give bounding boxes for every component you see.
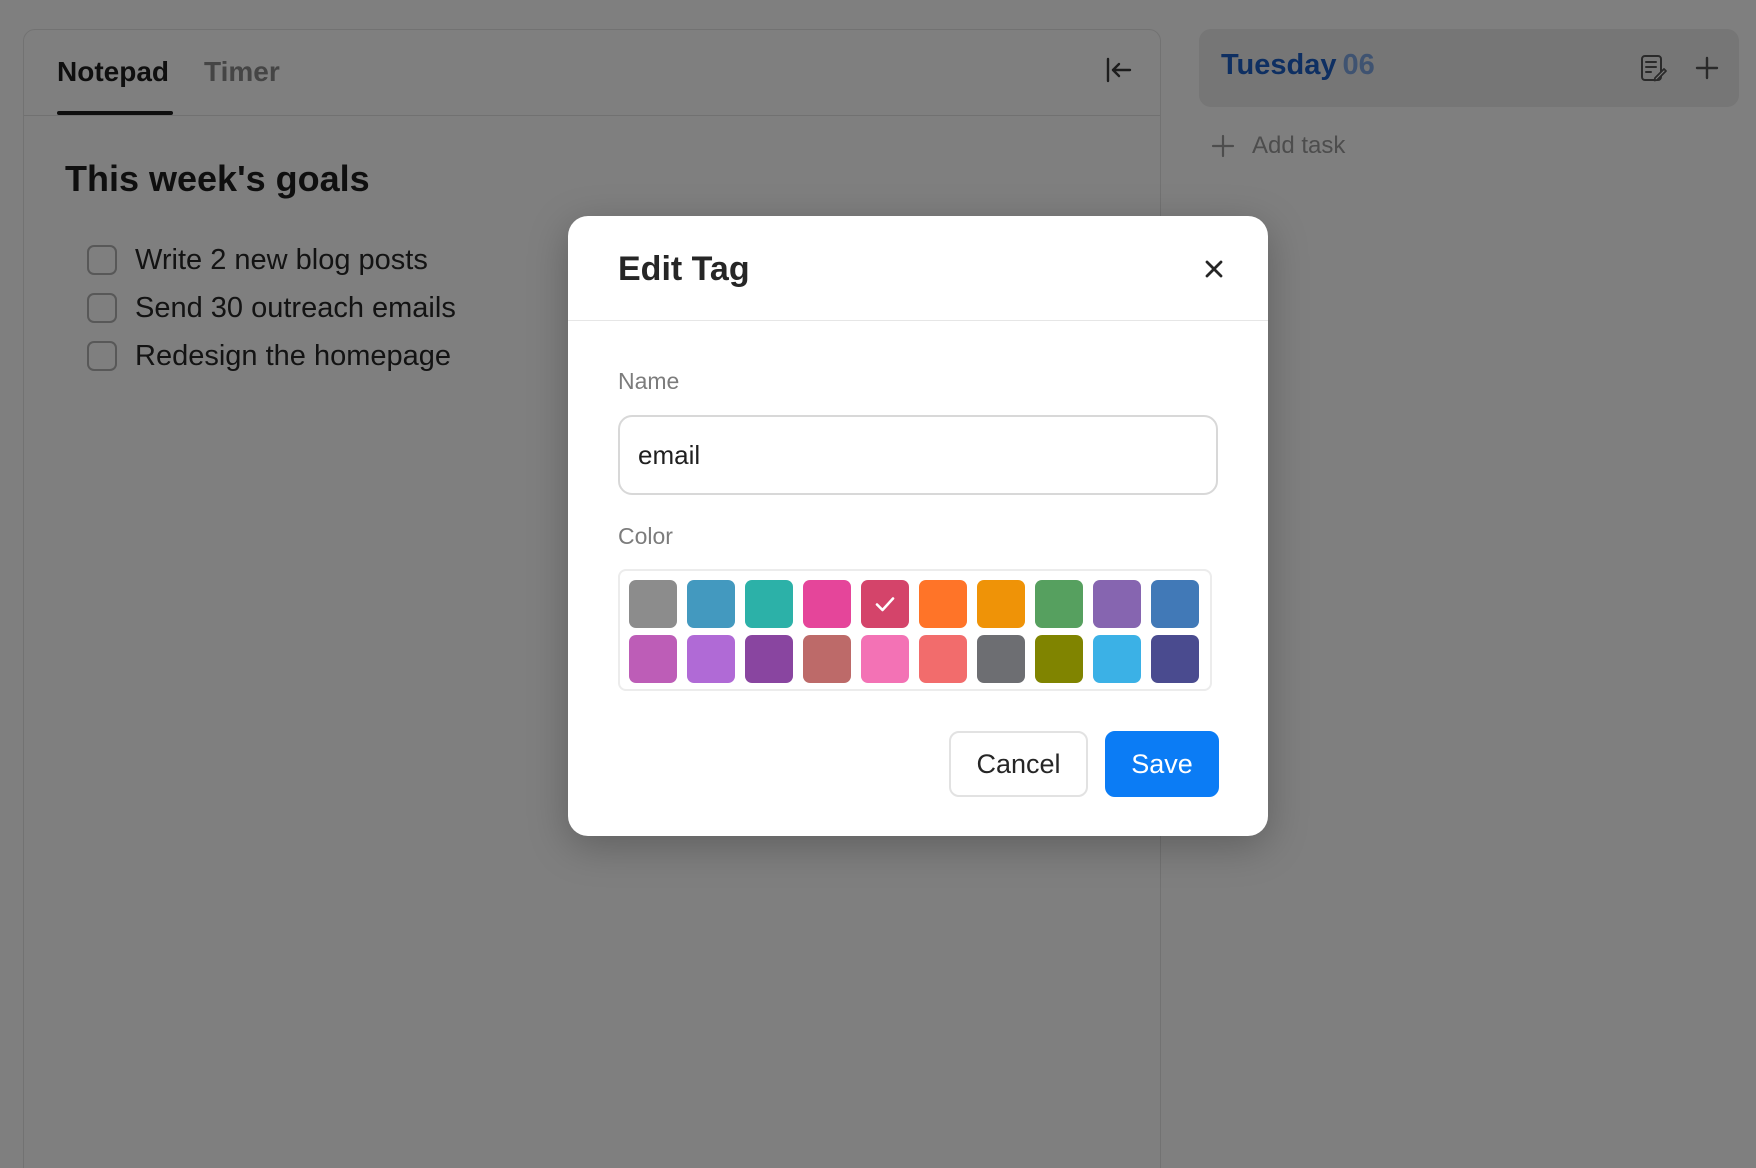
name-label: Name <box>618 368 680 394</box>
color-swatch[interactable] <box>1035 635 1083 683</box>
edit-tag-dialog: Edit Tag Name Color Cancel Save <box>568 216 1268 836</box>
color-swatch[interactable] <box>1093 635 1141 683</box>
color-swatch[interactable] <box>861 635 909 683</box>
color-swatch[interactable] <box>919 635 967 683</box>
color-swatch[interactable] <box>1035 580 1083 628</box>
color-swatch[interactable] <box>629 580 677 628</box>
color-swatch[interactable] <box>745 580 793 628</box>
color-swatch[interactable] <box>687 635 735 683</box>
close-icon <box>1205 260 1223 278</box>
color-swatch[interactable] <box>629 635 677 683</box>
color-swatch[interactable] <box>1151 580 1199 628</box>
dialog-title: Edit Tag <box>618 250 750 288</box>
color-swatch[interactable] <box>861 580 909 628</box>
color-label: Color <box>618 523 673 549</box>
color-swatch[interactable] <box>919 580 967 628</box>
color-swatch[interactable] <box>977 580 1025 628</box>
dialog-header: Edit Tag <box>568 216 1268 321</box>
color-swatch[interactable] <box>803 580 851 628</box>
color-picker <box>618 569 1212 691</box>
color-swatch[interactable] <box>803 635 851 683</box>
cancel-button[interactable]: Cancel <box>949 731 1088 797</box>
color-swatch[interactable] <box>977 635 1025 683</box>
close-button[interactable] <box>1196 251 1232 287</box>
check-icon <box>875 597 895 612</box>
color-swatch[interactable] <box>745 635 793 683</box>
color-swatch[interactable] <box>1151 635 1199 683</box>
save-button[interactable]: Save <box>1105 731 1219 797</box>
color-swatch[interactable] <box>687 580 735 628</box>
color-swatch[interactable] <box>1093 580 1141 628</box>
tag-name-input[interactable] <box>618 415 1218 495</box>
